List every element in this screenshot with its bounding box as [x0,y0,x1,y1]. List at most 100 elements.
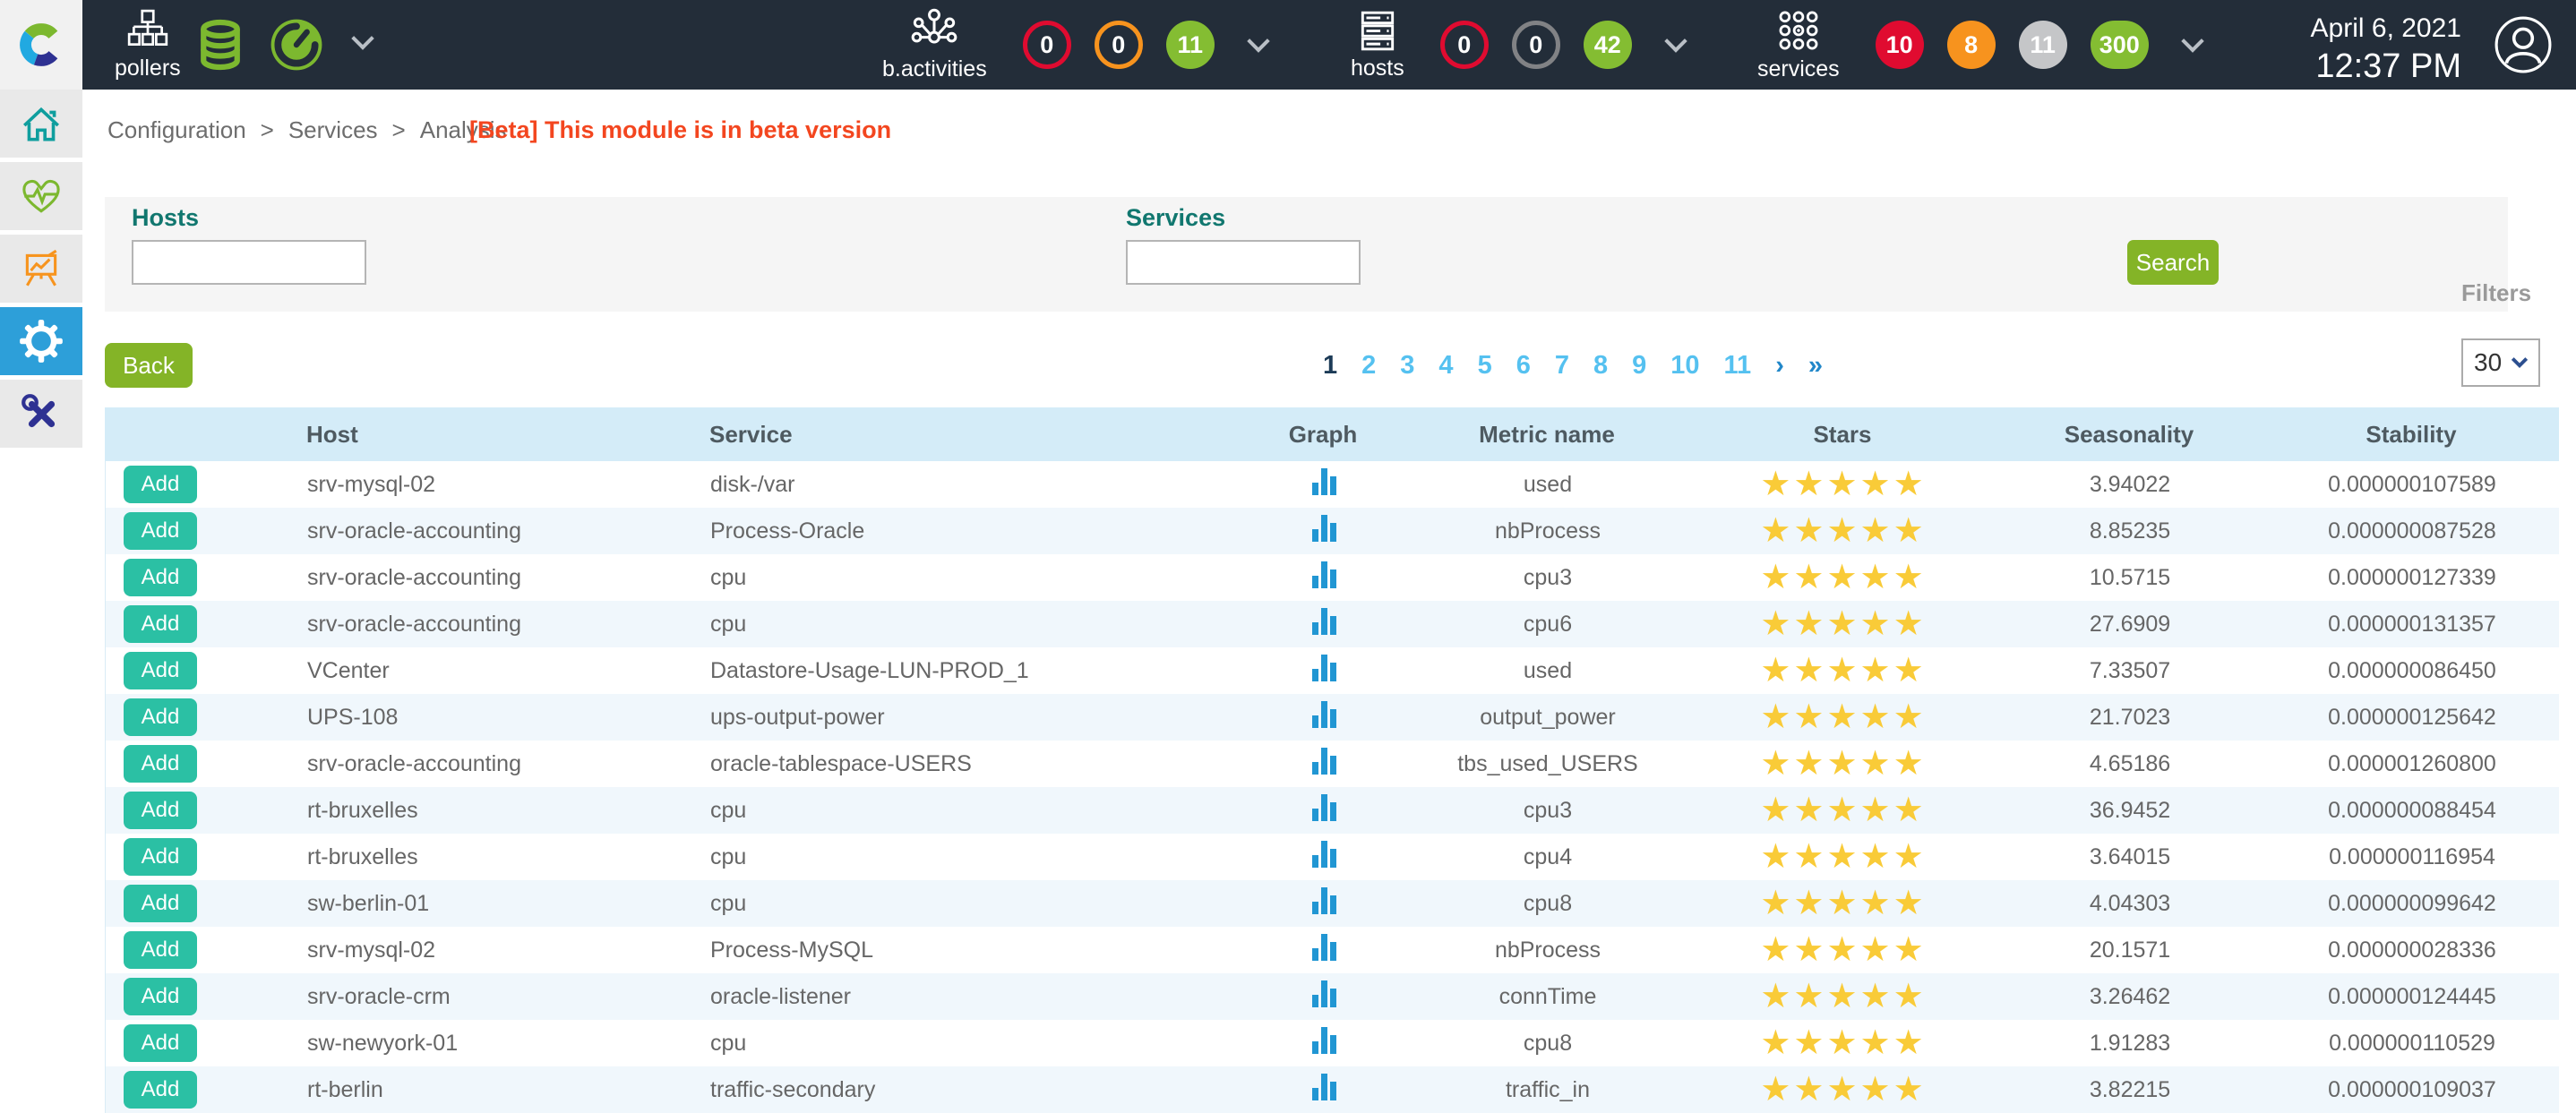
business-activities-chevron-down-icon[interactable] [1247,30,1269,52]
column-header-stars[interactable]: Stars [1690,421,1995,449]
poller-database-status-icon[interactable] [193,18,247,76]
seasonality-cell: 7.33507 [1996,658,2264,684]
status-badge-gray-fill[interactable]: 11 [2019,21,2067,69]
status-badge-green-fill[interactable]: 300 [2091,21,2149,69]
business-activities-group[interactable]: b.activities 0011 [882,0,1267,90]
sidebar-item-monitoring[interactable] [0,162,82,230]
stability-cell: 0.000000107589 [2264,472,2560,498]
stability-cell: 0.000000127339 [2264,565,2560,591]
graph-icon[interactable] [1312,1074,1336,1100]
poller-latency-status-icon[interactable] [269,17,324,77]
breadcrumb-item[interactable]: Configuration [107,116,246,144]
graph-icon[interactable] [1312,1027,1336,1054]
home-icon [19,101,64,146]
sidebar-item-home[interactable] [0,90,82,158]
metric-name-cell: cpu8 [1404,891,1691,917]
status-badge-green-fill[interactable]: 11 [1166,21,1215,69]
graph-icon[interactable] [1312,655,1336,681]
graph-icon[interactable] [1312,468,1336,495]
page-number[interactable]: 11 [1724,351,1752,381]
column-header-service[interactable]: Service [669,421,1242,449]
status-badge-orange-fill[interactable]: 8 [1947,21,1996,69]
user-avatar[interactable] [2494,15,2553,79]
column-header-host[interactable]: Host [266,421,669,449]
centreon-logo[interactable] [0,0,82,90]
add-button[interactable]: Add [124,698,197,736]
graph-icon[interactable] [1312,561,1336,588]
add-button[interactable]: Add [124,838,197,876]
page-number[interactable]: 4 [1438,351,1453,381]
page-number[interactable]: 1 [1323,351,1337,381]
services-group[interactable]: services 10811300 [1757,0,2201,90]
add-button[interactable]: Add [124,1024,197,1062]
stability-cell: 0.000000099642 [2264,891,2560,917]
stability-cell: 0.000000088454 [2264,798,2560,824]
sidebar-item-reporting[interactable] [0,235,82,303]
graph-icon[interactable] [1312,980,1336,1007]
column-header-seasonality[interactable]: Seasonality [1995,421,2263,449]
breadcrumb-item[interactable]: Services [288,116,378,144]
add-button[interactable]: Add [124,652,197,689]
sidebar-item-configuration[interactable] [0,307,82,375]
column-header-metric-name[interactable]: Metric name [1404,421,1690,449]
search-button[interactable]: Search [2127,240,2219,285]
add-button[interactable]: Add [124,466,197,503]
page-number[interactable]: 10 [1670,351,1699,381]
hosts-group[interactable]: hosts 0042 [1351,0,1684,90]
back-button[interactable]: Back [105,343,193,388]
graph-icon[interactable] [1312,887,1336,914]
page-number[interactable]: 7 [1555,351,1569,381]
graph-icon[interactable] [1312,794,1336,821]
add-button[interactable]: Add [124,512,197,550]
status-badge-red-fill[interactable]: 10 [1876,21,1924,69]
graph-icon[interactable] [1312,515,1336,542]
status-badge-gray-outline[interactable]: 0 [1512,21,1560,69]
pollers-group[interactable]: pollers [115,0,181,90]
status-badge-red-outline[interactable]: 0 [1440,21,1489,69]
add-button[interactable]: Add [124,792,197,829]
sidebar-item-administration[interactable] [0,380,82,448]
add-button[interactable]: Add [124,885,197,922]
add-button[interactable]: Add [124,931,197,969]
services-filter-input[interactable] [1126,240,1361,285]
page-number[interactable]: 9 [1632,351,1646,381]
status-badge-orange-outline[interactable]: 0 [1095,21,1143,69]
next-page-icon[interactable]: › [1775,351,1784,381]
table-row: Add UPS-108 ups-output-power output_powe… [105,694,2559,741]
services-chevron-down-icon[interactable] [2181,30,2203,52]
table-row: Add srv-mysql-02 disk-/var used ★★★★★ 3.… [105,461,2559,508]
hosts-filter-input[interactable] [132,240,366,285]
page-size-select[interactable]: 30 [2461,338,2540,387]
graph-icon[interactable] [1312,748,1336,775]
page-number[interactable]: 2 [1361,351,1376,381]
add-button[interactable]: Add [124,978,197,1015]
main-content: Configuration>Services>Analysis [Beta] T… [82,90,2576,1109]
metric-name-cell: cpu8 [1404,1031,1691,1057]
last-page-icon[interactable]: » [1808,351,1823,381]
status-badge-green-fill[interactable]: 42 [1584,21,1632,69]
add-button[interactable]: Add [124,559,197,596]
column-header-stability[interactable]: Stability [2263,421,2559,449]
add-button[interactable]: Add [124,1071,197,1109]
hosts-chevron-down-icon[interactable] [1664,30,1687,52]
page-number[interactable]: 3 [1400,351,1414,381]
seasonality-cell: 27.6909 [1996,612,2264,638]
seasonality-cell: 3.82215 [1996,1077,2264,1103]
graph-icon[interactable] [1312,608,1336,635]
table-row: Add srv-oracle-accounting oracle-tablesp… [105,741,2559,787]
status-badge-red-outline[interactable]: 0 [1023,21,1071,69]
pollers-chevron-down-icon[interactable] [355,38,371,47]
service-cell: cpu [670,565,1243,591]
page-number[interactable]: 5 [1478,351,1492,381]
column-header-graph[interactable]: Graph [1242,421,1404,449]
graph-icon[interactable] [1312,934,1336,961]
host-cell: srv-oracle-crm [267,984,670,1010]
graph-icon[interactable] [1312,701,1336,728]
page-number[interactable]: 8 [1593,351,1608,381]
add-button[interactable]: Add [124,605,197,643]
page-number[interactable]: 6 [1516,351,1531,381]
graph-icon[interactable] [1312,841,1336,868]
host-cell: srv-mysql-02 [267,472,670,498]
add-button[interactable]: Add [124,745,197,783]
filters-toggle[interactable]: Filters [2461,279,2531,307]
